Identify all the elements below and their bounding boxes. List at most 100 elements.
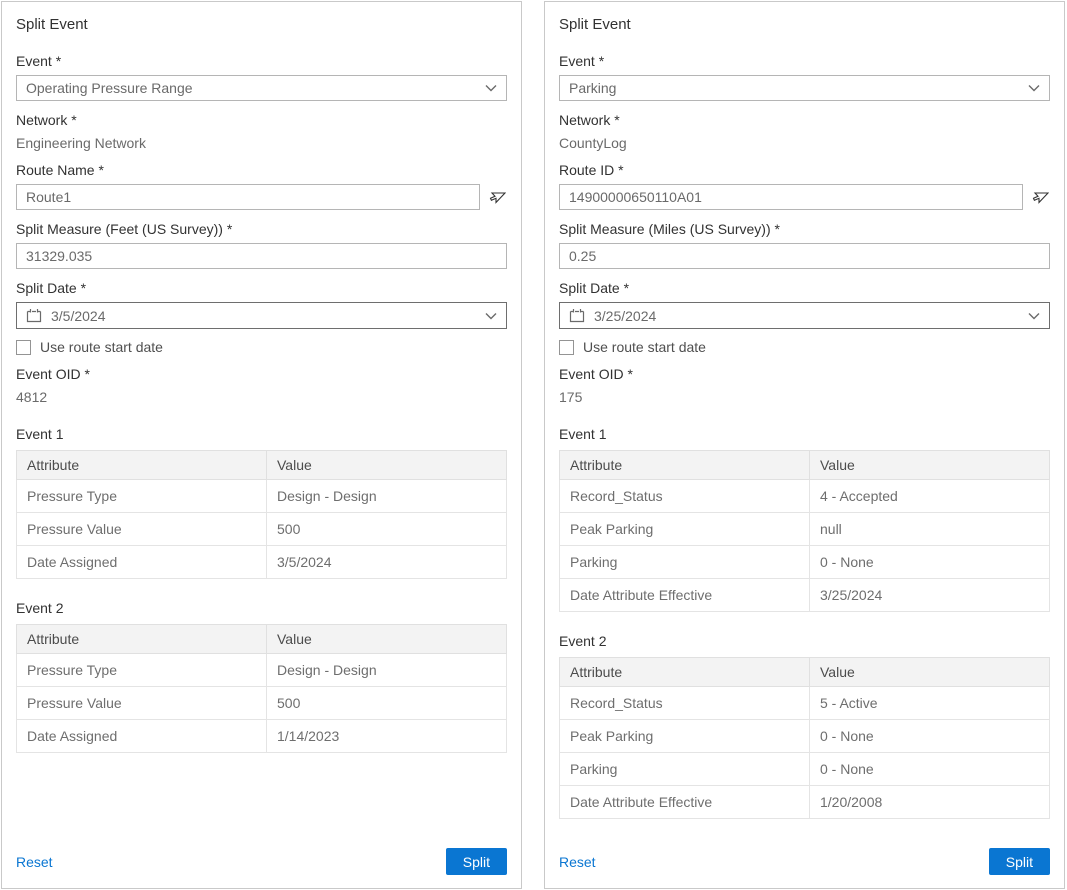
event2-table: Attribute Value Pressure Type Design - D… <box>16 624 507 753</box>
value-cell: Design - Design <box>267 654 507 687</box>
table-row: Date Assigned 3/5/2024 <box>17 546 507 579</box>
attribute-header: Attribute <box>560 658 810 687</box>
value-cell: 500 <box>267 687 507 720</box>
table-row: Date Attribute Effective 1/20/2008 <box>560 786 1050 819</box>
attribute-header: Attribute <box>17 451 267 480</box>
attribute-cell: Parking <box>560 546 810 579</box>
table-row: Pressure Value 500 <box>17 513 507 546</box>
event-label: Event * <box>16 53 507 69</box>
attribute-cell: Pressure Value <box>17 687 267 720</box>
network-label: Network * <box>16 112 507 128</box>
value-header: Value <box>810 658 1050 687</box>
route-input[interactable] <box>16 184 480 210</box>
use-route-start-date-row[interactable]: Use route start date <box>559 339 1050 355</box>
network-value: CountyLog <box>559 135 1050 151</box>
value-cell: 5 - Active <box>810 687 1050 720</box>
select-on-map-pointer-icon[interactable] <box>487 187 507 207</box>
chevron-down-icon <box>1028 84 1040 92</box>
split-measure-input[interactable] <box>559 243 1050 269</box>
value-cell: 0 - None <box>810 546 1050 579</box>
table-row: Pressure Value 500 <box>17 687 507 720</box>
value-header: Value <box>810 451 1050 480</box>
value-cell: 3/25/2024 <box>810 579 1050 612</box>
attribute-cell: Date Assigned <box>17 546 267 579</box>
network-label: Network * <box>559 112 1050 128</box>
chevron-down-icon <box>1028 312 1040 320</box>
attribute-cell: Record_Status <box>560 687 810 720</box>
event1-title: Event 1 <box>559 426 1050 442</box>
table-header-row: Attribute Value <box>560 658 1050 687</box>
table-header-row: Attribute Value <box>560 451 1050 480</box>
route-label: Route Name * <box>16 162 507 178</box>
checkbox-label: Use route start date <box>40 339 163 355</box>
table-row: Date Attribute Effective 3/25/2024 <box>560 579 1050 612</box>
attribute-cell: Peak Parking <box>560 720 810 753</box>
attribute-cell: Pressure Type <box>17 480 267 513</box>
table-row: Pressure Type Design - Design <box>17 480 507 513</box>
page-title: Split Event <box>16 16 507 33</box>
event-select-value: Operating Pressure Range <box>26 80 193 96</box>
reset-button[interactable]: Reset <box>16 854 53 870</box>
split-event-panel-left: Split Event Event * Operating Pressure R… <box>1 1 522 889</box>
attribute-header: Attribute <box>17 625 267 654</box>
table-header-row: Attribute Value <box>17 451 507 480</box>
select-on-map-pointer-icon[interactable] <box>1030 187 1050 207</box>
value-cell: 1/20/2008 <box>810 786 1050 819</box>
event-select[interactable]: Operating Pressure Range <box>16 75 507 101</box>
network-value: Engineering Network <box>16 135 507 151</box>
attribute-cell: Parking <box>560 753 810 786</box>
route-label: Route ID * <box>559 162 1050 178</box>
table-row: Parking 0 - None <box>560 546 1050 579</box>
event-oid-value: 4812 <box>16 389 507 405</box>
value-cell: null <box>810 513 1050 546</box>
attribute-cell: Date Attribute Effective <box>560 579 810 612</box>
measure-label: Split Measure (Feet (US Survey)) * <box>16 221 507 237</box>
value-cell: 3/5/2024 <box>267 546 507 579</box>
event-select-value: Parking <box>569 80 616 96</box>
event-label: Event * <box>559 53 1050 69</box>
event2-title: Event 2 <box>559 633 1050 649</box>
value-header: Value <box>267 451 507 480</box>
reset-button[interactable]: Reset <box>559 854 596 870</box>
attribute-cell: Pressure Type <box>17 654 267 687</box>
split-button[interactable]: Split <box>446 848 507 875</box>
event2-table: Attribute Value Record_Status 5 - Active… <box>559 657 1050 819</box>
panel-footer: Reset Split <box>559 838 1050 875</box>
attribute-cell: Date Attribute Effective <box>560 786 810 819</box>
table-row: Record_Status 5 - Active <box>560 687 1050 720</box>
checkbox-label: Use route start date <box>583 339 706 355</box>
split-date-picker[interactable]: 3/25/2024 <box>559 302 1050 329</box>
route-row <box>16 184 507 210</box>
table-row: Peak Parking null <box>560 513 1050 546</box>
measure-label: Split Measure (Miles (US Survey)) * <box>559 221 1050 237</box>
split-button[interactable]: Split <box>989 848 1050 875</box>
split-date-value: 3/25/2024 <box>594 308 656 324</box>
split-date-picker[interactable]: 3/5/2024 <box>16 302 507 329</box>
table-row: Peak Parking 0 - None <box>560 720 1050 753</box>
table-row: Pressure Type Design - Design <box>17 654 507 687</box>
attribute-cell: Pressure Value <box>17 513 267 546</box>
event1-title: Event 1 <box>16 426 507 442</box>
page-title: Split Event <box>559 16 1050 33</box>
split-measure-input[interactable] <box>16 243 507 269</box>
event-oid-label: Event OID * <box>16 366 507 382</box>
event2-title: Event 2 <box>16 600 507 616</box>
split-date-value: 3/5/2024 <box>51 308 106 324</box>
value-cell: 500 <box>267 513 507 546</box>
route-row <box>559 184 1050 210</box>
split-event-panel-right: Split Event Event * Parking Network * Co… <box>544 1 1065 889</box>
table-row: Date Assigned 1/14/2023 <box>17 720 507 753</box>
use-route-start-date-checkbox[interactable] <box>16 340 31 355</box>
attribute-header: Attribute <box>560 451 810 480</box>
event1-table: Attribute Value Record_Status 4 - Accept… <box>559 450 1050 612</box>
split-date-label: Split Date * <box>16 280 507 296</box>
event-select[interactable]: Parking <box>559 75 1050 101</box>
table-header-row: Attribute Value <box>17 625 507 654</box>
calendar-icon <box>26 308 42 323</box>
event-oid-value: 175 <box>559 389 1050 405</box>
route-input[interactable] <box>559 184 1023 210</box>
value-cell: 0 - None <box>810 720 1050 753</box>
split-event-panels: Split Event Event * Operating Pressure R… <box>0 0 1067 890</box>
use-route-start-date-row[interactable]: Use route start date <box>16 339 507 355</box>
use-route-start-date-checkbox[interactable] <box>559 340 574 355</box>
